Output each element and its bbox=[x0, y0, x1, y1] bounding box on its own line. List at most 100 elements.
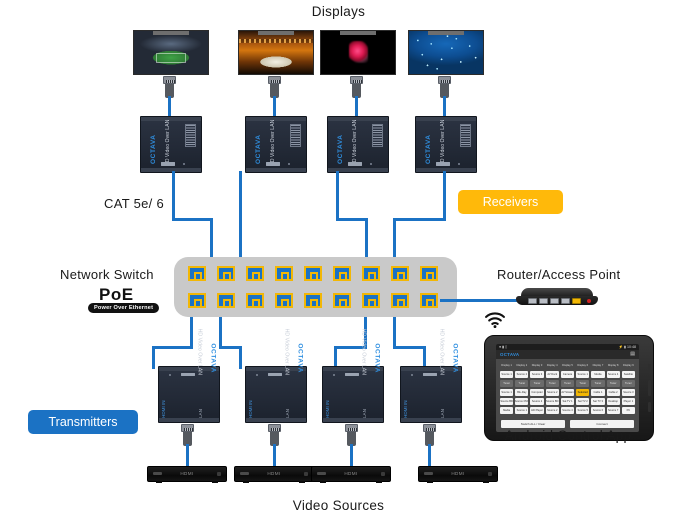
grid-cell[interactable]: Source 7 bbox=[606, 407, 620, 414]
grid-cell[interactable]: Media bbox=[500, 407, 514, 414]
wifi-icon bbox=[484, 312, 506, 328]
grid-cell[interactable]: Source 5 bbox=[576, 407, 590, 414]
rj45-port-icon[interactable] bbox=[275, 266, 293, 281]
hdmi-connector-icon bbox=[350, 76, 363, 98]
network-switch[interactable] bbox=[174, 257, 457, 317]
rj45-port-icon[interactable] bbox=[391, 266, 409, 281]
matrix-switch-grid[interactable]: Display 1 Display 2 Display 3 Display 4 Disp… bbox=[500, 362, 635, 414]
transmitter-unit[interactable]: OCTAVA HD Video Over LAN HDMI IN LAN bbox=[158, 329, 220, 423]
tablet-screen[interactable]: ● ▮ ▯ ⚡ ▮ 10:48 OCTAVA ▤ Display 1 Displa… bbox=[496, 344, 639, 432]
rj45-port-icon[interactable] bbox=[362, 293, 380, 308]
transmitter-unit[interactable]: OCTAVA HD Video Over LAN HDMI IN LAN bbox=[400, 329, 462, 423]
tablet-side-button[interactable] bbox=[648, 364, 651, 374]
grid-cell[interactable]: Tuner bbox=[560, 380, 575, 387]
grid-cell[interactable]: Source 1 bbox=[500, 371, 514, 378]
display-nebula bbox=[320, 30, 396, 75]
grid-cell[interactable]: Source BD bbox=[500, 398, 514, 405]
tablet-side-button[interactable] bbox=[648, 380, 651, 396]
rj45-port-icon[interactable] bbox=[217, 293, 235, 308]
receiver-unit[interactable]: OCTAVA HD Video Over LAN bbox=[245, 116, 307, 173]
rj45-port-icon[interactable] bbox=[420, 293, 438, 308]
transmitter-unit[interactable]: OCTAVA HD Video Over LAN HDMI IN LAN bbox=[322, 329, 384, 423]
router-device[interactable] bbox=[516, 288, 598, 308]
rj45-port-icon[interactable] bbox=[246, 266, 264, 281]
video-source-device[interactable]: HDMI bbox=[311, 466, 391, 483]
grid-cell[interactable]: Tuner bbox=[500, 380, 514, 387]
device-model: HD Video Over LAN bbox=[196, 328, 202, 375]
device-edge bbox=[328, 117, 388, 121]
grid-cell[interactable]: Camera bbox=[560, 371, 575, 378]
grid-cell[interactable]: Tuner bbox=[591, 380, 605, 387]
connect-button[interactable]: Connect bbox=[570, 420, 634, 428]
rj45-port-icon[interactable] bbox=[188, 266, 206, 281]
grid-cell[interactable]: Source 3 bbox=[530, 371, 544, 378]
transmitters-badge[interactable]: Transmitters bbox=[28, 410, 138, 434]
menu-icon[interactable]: ▤ bbox=[630, 352, 635, 357]
video-source-device[interactable]: HDMI bbox=[234, 466, 314, 483]
grid-cell[interactable]: PC bbox=[621, 407, 635, 414]
rj45-port-icon[interactable] bbox=[217, 266, 235, 281]
rj45-port-icon[interactable] bbox=[246, 293, 264, 308]
grid-cell[interactable]: Tuner bbox=[530, 380, 544, 387]
grid-cell[interactable]: Tuner bbox=[515, 380, 529, 387]
receiver-unit[interactable]: OCTAVA HD Video Over LAN bbox=[415, 116, 477, 173]
grid-cell[interactable]: Source BD bbox=[545, 398, 559, 405]
status-led bbox=[411, 373, 413, 376]
grid-cell[interactable]: Source 2 bbox=[530, 398, 544, 405]
grid-cell[interactable]: HD Player bbox=[530, 407, 544, 414]
grid-cell[interactable]: AV Dock bbox=[545, 371, 559, 378]
receiver-unit[interactable]: OCTAVA HD Video Over LAN bbox=[140, 116, 202, 173]
grid-cell[interactable]: Source 2 bbox=[545, 389, 559, 396]
rj45-port-icon[interactable] bbox=[304, 293, 322, 308]
grid-cell[interactable]: Cable 2 bbox=[606, 389, 620, 396]
device-brand: OCTAVA bbox=[150, 134, 157, 164]
rj45-port-icon[interactable] bbox=[188, 293, 206, 308]
android-tablet[interactable]: ● ▮ ▯ ⚡ ▮ 10:48 OCTAVA ▤ Display 1 Displa… bbox=[484, 335, 654, 441]
rj45-port-icon[interactable] bbox=[304, 266, 322, 281]
rj45-port-icon[interactable] bbox=[333, 293, 351, 308]
grid-cell[interactable]: Computer bbox=[530, 389, 544, 396]
grid-cell[interactable]: Sat TV 3 bbox=[591, 398, 605, 405]
grid-cell[interactable]: Source DVD bbox=[515, 398, 529, 405]
grid-cell[interactable]: Player 1 bbox=[621, 398, 635, 405]
grid-cell[interactable]: Tuner bbox=[545, 380, 559, 387]
grid-cell[interactable]: Cable 1 bbox=[591, 389, 605, 396]
grid-cell[interactable]: Source 1 bbox=[576, 371, 590, 378]
device-brand: OCTAVA bbox=[297, 343, 304, 373]
grid-cell[interactable]: Source 6 bbox=[591, 407, 605, 414]
display-ocean bbox=[408, 30, 484, 75]
rj45-port-icon[interactable] bbox=[333, 266, 351, 281]
rj45-port-icon[interactable] bbox=[391, 293, 409, 308]
grid-cell[interactable]: Sat TV 2 bbox=[576, 398, 590, 405]
grid-cell[interactable]: Source 2 bbox=[545, 407, 559, 414]
grid-cell[interactable]: AV Stream bbox=[560, 389, 575, 396]
grid-cell[interactable]: Source 4 bbox=[606, 371, 620, 378]
grid-cell[interactable]: Source 1 bbox=[515, 407, 529, 414]
grid-cell[interactable]: Satellite bbox=[621, 371, 635, 378]
grid-cell[interactable]: Tuner bbox=[621, 380, 635, 387]
source-panel-icon bbox=[488, 471, 492, 476]
grid-cell[interactable]: Sat TV 1 bbox=[560, 398, 575, 405]
video-source-device[interactable]: HDMI bbox=[147, 466, 227, 483]
grid-cell[interactable]: Source 3 bbox=[621, 389, 635, 396]
grid-cell[interactable]: Source 4 bbox=[560, 407, 575, 414]
receivers-badge[interactable]: Receivers bbox=[458, 190, 563, 214]
rj45-port-icon[interactable] bbox=[362, 266, 380, 281]
grid-cell[interactable]: Tuner bbox=[606, 380, 620, 387]
tablet-side-button[interactable] bbox=[648, 402, 651, 412]
rj45-port-icon[interactable] bbox=[420, 266, 438, 281]
switch-all-button[interactable]: Switch ALL / Clear bbox=[501, 420, 565, 428]
grid-cell[interactable]: Blu-Ray bbox=[515, 389, 529, 396]
hdmi-connector-icon bbox=[181, 424, 194, 446]
receiver-unit[interactable]: OCTAVA HD Video Over LAN bbox=[327, 116, 389, 173]
grid-cell[interactable]: Desktop bbox=[606, 398, 620, 405]
grid-cell[interactable]: Selected bbox=[576, 389, 590, 396]
transmitter-unit[interactable]: OCTAVA HD Video Over LAN HDMI IN LAN bbox=[245, 329, 307, 423]
grid-cell[interactable]: Source 2 bbox=[515, 371, 529, 378]
grid-cell[interactable]: Media bbox=[591, 371, 605, 378]
grid-cell[interactable]: Tuner bbox=[576, 380, 590, 387]
rj45-port-icon[interactable] bbox=[275, 293, 293, 308]
video-source-device[interactable]: HDMI bbox=[418, 466, 498, 483]
device-model: HD Video Over LAN bbox=[438, 328, 444, 375]
grid-cell[interactable]: Source 1 bbox=[500, 389, 514, 396]
